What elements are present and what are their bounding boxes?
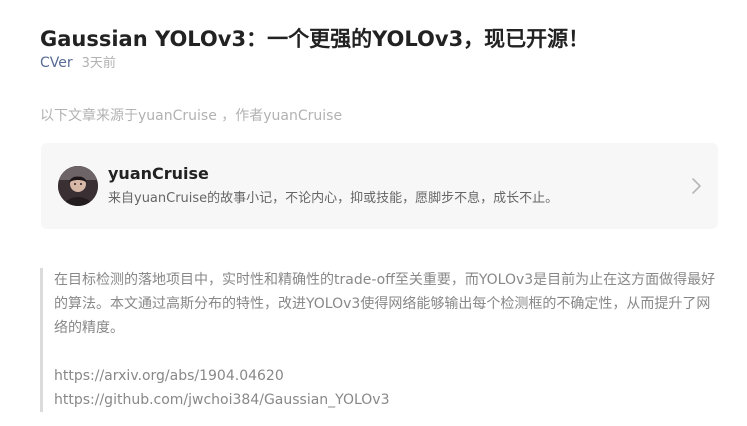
source-profile-card[interactable]: yuanCruise 来自yuanCruise的故事小记，不论内心，抑或技能，愿… [41, 143, 718, 229]
publish-time: 3天前 [81, 56, 116, 71]
chevron-right-icon [688, 177, 704, 195]
article-meta: CVer 3天前 [40, 53, 116, 74]
github-link[interactable]: https://github.com/jwchoi384/Gaussian_YO… [54, 388, 718, 412]
article-title: Gaussian YOLOv3：一个更强的YOLOv3，现已开源！ [40, 27, 590, 52]
arxiv-link[interactable]: https://arxiv.org/abs/1904.04620 [54, 364, 718, 388]
author-link[interactable]: CVer [40, 55, 73, 71]
quote-paragraph: 在目标检测的落地项目中，实时性和精确性的trade-off至关重要，而YOLOv… [54, 272, 716, 336]
quote-block: 在目标检测的落地项目中，实时性和精确性的trade-off至关重要，而YOLOv… [40, 268, 718, 412]
source-attribution: 以下文章来源于yuanCruise ，作者yuanCruise [40, 108, 343, 124]
avatar [58, 166, 98, 206]
profile-description: 来自yuanCruise的故事小记，不论内心，抑或技能，愿脚步不息，成长不止。 [108, 191, 559, 206]
profile-name: yuanCruise [108, 164, 209, 183]
quote-spacer [54, 340, 718, 364]
